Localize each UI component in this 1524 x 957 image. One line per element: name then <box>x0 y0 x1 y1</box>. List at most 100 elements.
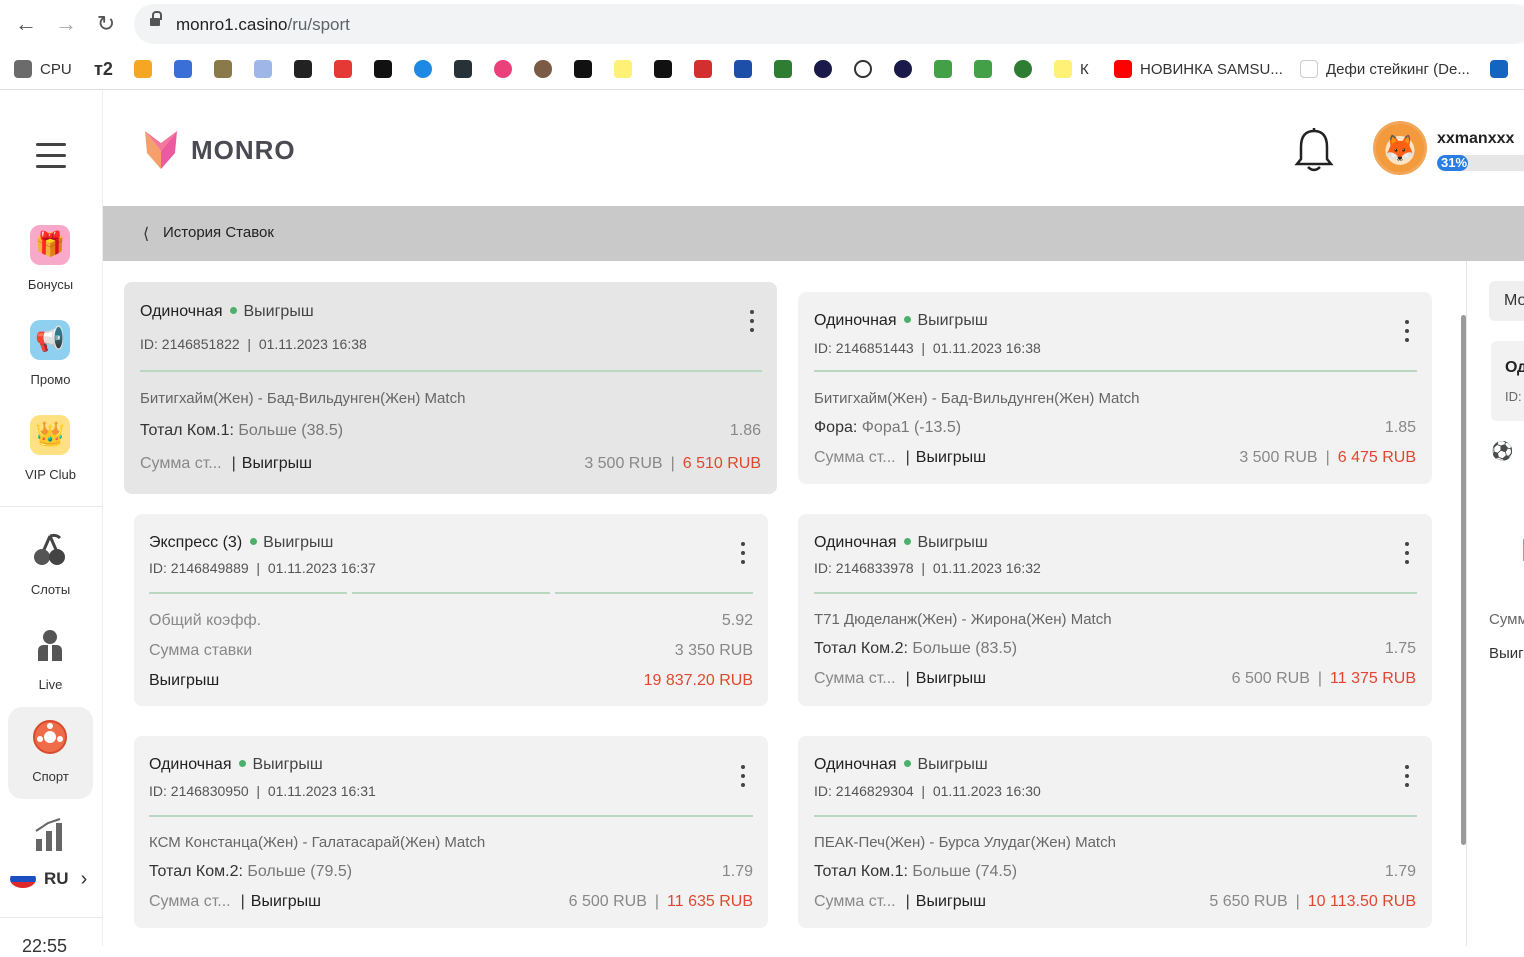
gift-icon: 🎁 <box>30 225 70 265</box>
bookmark-favicon[interactable] <box>454 59 480 79</box>
bookmark-favicon[interactable] <box>694 59 720 79</box>
chevron-left-icon[interactable]: ⟨ <box>143 224 149 244</box>
sum-label: Сумма ст... | Выигрыш <box>149 893 321 910</box>
bookmark-favicon[interactable] <box>1014 59 1040 79</box>
bookmark-youtube[interactable]: НОВИНКА SAMSU... <box>1114 59 1283 79</box>
russia-flag-icon <box>10 870 36 888</box>
bet-id: ID: 2146849889 | 01.11.2023 16:37 <box>149 560 376 576</box>
more-options-icon[interactable] <box>740 765 746 793</box>
bookmark-favicon[interactable] <box>534 59 560 79</box>
sidebar-divider <box>0 917 103 918</box>
sidebar-item-label: Слоты <box>30 582 71 597</box>
bet-card-express[interactable]: Экспресс (3) Выигрыш ID: 2146849889 | 01.… <box>134 514 768 706</box>
reload-icon[interactable]: ↻ <box>94 12 118 36</box>
sum-label: Сумма ст... | Выигрыш <box>814 670 986 687</box>
g-icon <box>374 60 392 78</box>
p-black-icon <box>654 60 672 78</box>
m-icon <box>694 60 712 78</box>
bell-icon[interactable] <box>1293 127 1335 173</box>
bookmark-favicon[interactable] <box>654 59 680 79</box>
forward-arrow-icon[interactable]: → <box>54 12 78 36</box>
back-arrow-icon[interactable]: ← <box>14 12 38 36</box>
avatar[interactable]: 🦊 <box>1373 121 1427 175</box>
bet-card[interactable]: Одиночная Выигрыш ID: 2146830950 | 01.11.… <box>134 736 768 928</box>
bookmark-favicon[interactable] <box>254 59 280 79</box>
bookmark-favicon[interactable] <box>934 59 960 79</box>
bookmark-favicon[interactable] <box>334 59 360 79</box>
bookmark-favicon[interactable] <box>374 59 400 79</box>
panel-bet-type: Од <box>1505 359 1524 376</box>
odds: 1.85 <box>1384 419 1416 436</box>
sidebar-item-slots[interactable]: Слоты <box>8 520 93 612</box>
menu-icon[interactable] <box>36 143 66 169</box>
bet-card[interactable]: Одиночная Выигрыш ID: 2146833978 | 01.11.… <box>798 514 1432 706</box>
divider <box>814 592 1417 594</box>
box-icon <box>1490 60 1508 78</box>
status-dot <box>904 316 912 324</box>
chevron-right-icon: › <box>80 867 88 890</box>
bookmark-favicon[interactable] <box>814 59 840 79</box>
bookmark-favicon[interactable] <box>214 59 240 79</box>
sidebar-item-promo[interactable]: 📢 Промо <box>8 310 93 402</box>
divider-segment <box>352 592 550 594</box>
bookmark-favicon[interactable] <box>774 59 800 79</box>
panel-tab[interactable]: Мо <box>1489 281 1524 321</box>
bookmark-favicon[interactable] <box>734 59 760 79</box>
bookmark-favicon[interactable] <box>494 59 520 79</box>
soccer-ball-icon <box>30 717 70 757</box>
more-options-icon[interactable] <box>1404 765 1410 793</box>
bookmark-favicon[interactable] <box>614 59 640 79</box>
bookmark-favicon[interactable] <box>414 59 440 79</box>
bookmark-favicon[interactable] <box>134 59 160 79</box>
divider-segment <box>555 592 753 594</box>
more-options-icon[interactable] <box>740 542 746 570</box>
more-options-icon[interactable] <box>749 310 755 338</box>
sidebar-item-sport[interactable]: Спорт <box>8 707 93 799</box>
bookmark-favicon[interactable] <box>294 59 320 79</box>
sidebar-item-stats[interactable] <box>8 807 93 857</box>
megaphone-icon: 📢 <box>30 320 70 360</box>
bookmarks-bar: CPU т2 К НОВИНКА SAMSU... Дефи стейкинг … <box>0 48 1524 90</box>
bookmark-cpu[interactable]: CPU <box>14 59 72 79</box>
youtube-icon <box>1114 60 1132 78</box>
panel-bet-card[interactable]: Од ID: <box>1491 341 1524 421</box>
match-name: Т71 Дюделанж(Жен) - Жирона(Жен) Match <box>814 611 1112 628</box>
sidebar-item-label: Спорт <box>32 769 69 784</box>
monro-logo-icon[interactable] <box>143 127 179 171</box>
bookmark-favicon[interactable] <box>974 59 1000 79</box>
bookmark-favicon[interactable] <box>174 59 200 79</box>
win-label: Выигрыш <box>149 672 220 689</box>
more-options-icon[interactable] <box>1404 320 1410 348</box>
bet-card[interactable]: Одиночная Выигрыш ID: 2146829304 | 01.11.… <box>798 736 1432 928</box>
green-square-icon <box>934 60 952 78</box>
sidebar-item-live[interactable]: Live <box>8 615 93 707</box>
sum-label: Сумма ст... | Выигрыш <box>140 455 312 472</box>
username[interactable]: xxmanxxx <box>1437 130 1514 148</box>
bookmark-defi[interactable]: Дефи стейкинг (De... <box>1300 59 1470 79</box>
bookmark-favicon[interactable] <box>1490 59 1516 79</box>
bet-id: ID: 2146851822 | 01.11.2023 16:38 <box>140 336 367 352</box>
page-title[interactable]: История Ставок <box>163 224 274 241</box>
bet-card[interactable]: Одиночная Выигрыш ID: 2146851443 | 01.11.… <box>798 292 1432 484</box>
divider-segment <box>149 592 347 594</box>
sidebar-item-label: Промо <box>30 372 71 387</box>
bookmark-favicon[interactable] <box>574 59 600 79</box>
language-selector[interactable]: RU › <box>10 867 95 891</box>
match-name: Битигхайм(Жен) - Бад-Вильдунген(Жен) Mat… <box>814 390 1140 407</box>
soccer-ball-icon: ⚽ <box>1491 441 1514 461</box>
sidebar-item-bonuses[interactable]: 🎁 Бонусы <box>8 215 93 307</box>
cpu-icon <box>14 60 32 78</box>
bet-card[interactable]: Одиночная Выигрыш ID: 2146851822 | 01.11.… <box>124 282 777 494</box>
bookmark-t2[interactable]: т2 <box>94 59 113 79</box>
ball-icon <box>294 60 312 78</box>
bookmark-k[interactable]: К <box>1054 59 1089 79</box>
brand-name[interactable]: MONRO <box>191 135 296 166</box>
green-square-icon <box>974 60 992 78</box>
status-dot <box>904 760 912 768</box>
address-bar[interactable]: monro1.casino/ru/sport <box>134 4 1524 44</box>
bookmark-favicon[interactable] <box>854 59 880 79</box>
vp-icon <box>734 60 752 78</box>
sidebar-item-vip-club[interactable]: 👑 VIP Club <box>8 405 93 497</box>
bookmark-favicon[interactable] <box>894 59 920 79</box>
more-options-icon[interactable] <box>1404 542 1410 570</box>
